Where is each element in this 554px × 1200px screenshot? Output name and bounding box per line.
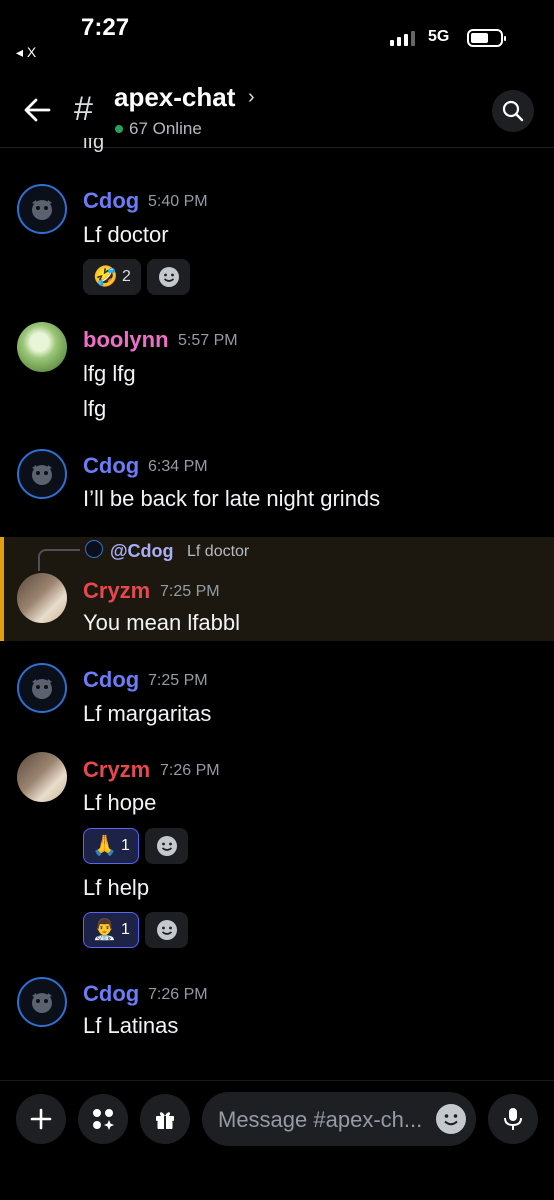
message-timestamp: 7:25 PM xyxy=(160,583,220,600)
message-author[interactable]: Cryzm xyxy=(83,578,150,604)
back-to-app-link[interactable]: ◂ X xyxy=(16,44,36,61)
channel-header: # apex-chat › 67 Online xyxy=(0,70,554,148)
bulldog-icon xyxy=(32,679,52,699)
reply-author[interactable]: @Cdog xyxy=(110,541,174,562)
message-text: I’ll be back for late night grinds xyxy=(83,486,381,511)
avatar[interactable] xyxy=(17,449,67,499)
message-timestamp: 6:34 PM xyxy=(148,458,208,475)
message-author[interactable]: Cdog xyxy=(83,981,139,1007)
emoji-picker-button[interactable] xyxy=(436,1104,466,1134)
back-arrow-icon[interactable] xyxy=(22,96,52,124)
message-text: Lf doctor xyxy=(83,222,169,247)
avatar[interactable] xyxy=(17,752,67,802)
add-attachment-button[interactable] xyxy=(16,1094,66,1144)
message-text: lfg lfg xyxy=(83,361,136,386)
message-timestamp: 7:26 PM xyxy=(148,986,208,1003)
online-dot-icon xyxy=(115,125,123,133)
gift-icon xyxy=(156,1112,174,1129)
message-text: lfg xyxy=(83,396,107,421)
search-button[interactable] xyxy=(492,90,534,132)
add-reaction-button[interactable] xyxy=(147,259,190,295)
message-text: Lf hope xyxy=(83,790,157,815)
avatar[interactable] xyxy=(17,977,67,1027)
avatar[interactable] xyxy=(17,573,67,623)
message-author[interactable]: Cryzm xyxy=(83,757,150,783)
message-input[interactable]: Message #apex-ch... xyxy=(202,1092,476,1146)
reaction-count: 1 xyxy=(121,837,130,854)
signal-icon xyxy=(390,30,415,46)
smiley-icon xyxy=(156,836,177,856)
plus-icon xyxy=(30,1108,52,1130)
channel-title[interactable]: apex-chat xyxy=(114,82,235,113)
reaction-rofl[interactable]: 🤣 2 xyxy=(83,259,141,295)
reply-preview[interactable]: Lf doctor xyxy=(187,543,249,561)
message-author[interactable]: Cdog xyxy=(83,453,139,479)
message-timestamp: 5:40 PM xyxy=(148,193,208,210)
smiley-icon xyxy=(444,1114,458,1126)
channel-hash-icon: # xyxy=(74,90,93,128)
bulldog-icon xyxy=(32,993,52,1013)
message-author[interactable]: Cdog xyxy=(83,667,139,693)
avatar[interactable] xyxy=(17,663,67,713)
reply-connector xyxy=(38,549,80,571)
reply-avatar xyxy=(85,540,103,558)
battery-icon xyxy=(467,29,506,47)
doctor-emoji-icon: 👨‍⚕️ xyxy=(92,919,117,941)
message-text: Lf margaritas xyxy=(83,701,212,726)
reaction-pray[interactable]: 🙏 1 xyxy=(83,828,139,864)
add-reaction-button[interactable] xyxy=(145,912,188,948)
smiley-icon xyxy=(158,267,179,287)
reaction-count: 1 xyxy=(121,921,130,938)
voice-message-button[interactable] xyxy=(488,1094,538,1144)
network-type: 5G xyxy=(428,28,450,45)
status-time: 7:27 xyxy=(81,14,130,41)
reaction-doctor[interactable]: 👨‍⚕️ 1 xyxy=(83,912,139,948)
reaction-count: 2 xyxy=(122,268,131,285)
bulldog-icon xyxy=(32,200,52,220)
message-text: Lf Latinas xyxy=(83,1013,179,1038)
microphone-icon xyxy=(504,1108,522,1130)
apps-button[interactable] xyxy=(78,1094,128,1144)
online-count: 67 Online xyxy=(129,119,202,138)
message-timestamp: 7:26 PM xyxy=(160,762,220,779)
add-reaction-button[interactable] xyxy=(145,828,188,864)
message-timestamp: 5:57 PM xyxy=(178,332,238,349)
pray-emoji-icon: 🙏 xyxy=(92,835,117,857)
message-author[interactable]: boolynn xyxy=(83,327,169,353)
bulldog-icon xyxy=(32,465,52,485)
message-text: You mean lfabbl xyxy=(83,610,240,635)
chevron-right-icon[interactable]: › xyxy=(248,86,255,109)
status-bar: 7:27 ◂ X 5G xyxy=(0,0,554,70)
cut-off-message: lfg xyxy=(83,138,105,152)
avatar[interactable] xyxy=(17,322,67,372)
online-status: 67 Online xyxy=(115,119,202,139)
rofl-emoji-icon: 🤣 xyxy=(93,266,118,288)
message-text: Lf help xyxy=(83,875,150,900)
message-timestamp: 7:25 PM xyxy=(148,672,208,689)
smiley-icon xyxy=(156,920,177,940)
search-icon xyxy=(502,100,524,122)
gift-button[interactable] xyxy=(140,1094,190,1144)
apps-icon xyxy=(93,1109,114,1130)
avatar[interactable] xyxy=(17,184,67,234)
message-placeholder: Message #apex-ch... xyxy=(218,1107,423,1132)
message-author[interactable]: Cdog xyxy=(83,188,139,214)
